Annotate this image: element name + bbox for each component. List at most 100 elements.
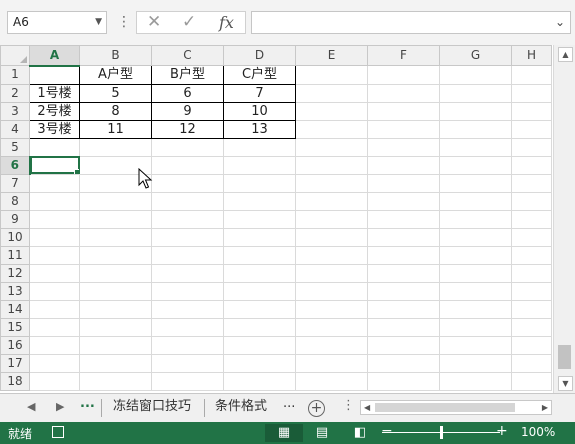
vertical-scrollbar[interactable]: ▲ ▼ <box>553 45 575 393</box>
row-header[interactable]: 17 <box>0 353 30 373</box>
sheet-tab[interactable]: 条件格式 <box>215 394 267 422</box>
cell[interactable] <box>223 173 296 193</box>
cell[interactable] <box>151 191 224 211</box>
cell[interactable] <box>295 371 368 391</box>
cell[interactable] <box>223 335 296 355</box>
cell[interactable] <box>151 281 224 301</box>
scroll-down-icon[interactable]: ▼ <box>558 376 573 391</box>
cell[interactable] <box>29 317 80 337</box>
column-header[interactable]: H <box>511 45 552 66</box>
cell[interactable] <box>79 353 152 373</box>
scroll-left-icon[interactable]: ◀ <box>364 401 370 414</box>
cell[interactable] <box>511 83 552 103</box>
row-header[interactable]: 16 <box>0 335 30 355</box>
cell[interactable]: C户型 <box>223 65 296 85</box>
cell[interactable]: 5 <box>79 83 152 103</box>
column-header[interactable]: F <box>367 45 440 66</box>
cell[interactable] <box>511 227 552 247</box>
cell[interactable]: 9 <box>151 101 224 121</box>
cell[interactable] <box>295 335 368 355</box>
cell[interactable] <box>151 263 224 283</box>
cell[interactable] <box>295 263 368 283</box>
cell[interactable]: 2号楼 <box>29 101 80 121</box>
cell[interactable] <box>79 245 152 265</box>
scroll-right-icon[interactable]: ▶ <box>542 401 548 414</box>
cell[interactable] <box>295 299 368 319</box>
cell[interactable] <box>151 245 224 265</box>
chevron-down-icon[interactable]: ▼ <box>95 12 102 33</box>
cell[interactable] <box>29 371 80 391</box>
row-header[interactable]: 8 <box>0 191 30 211</box>
cell[interactable] <box>511 119 552 139</box>
cell[interactable] <box>367 191 440 211</box>
column-header[interactable]: A <box>29 45 80 67</box>
macro-record-icon[interactable] <box>52 426 64 438</box>
name-box[interactable]: A6 ▼ <box>7 11 107 34</box>
cell[interactable] <box>79 263 152 283</box>
row-header[interactable]: 1 <box>0 65 30 85</box>
cell[interactable] <box>151 227 224 247</box>
cell[interactable] <box>511 371 552 391</box>
zoom-slider-knob[interactable] <box>440 426 443 439</box>
column-header[interactable]: C <box>151 45 224 66</box>
cell[interactable] <box>439 245 512 265</box>
active-cell[interactable] <box>29 155 80 175</box>
cell[interactable] <box>367 245 440 265</box>
cell[interactable] <box>151 137 224 157</box>
cell[interactable] <box>439 173 512 193</box>
row-header[interactable]: 14 <box>0 299 30 319</box>
select-all-corner[interactable] <box>0 45 30 66</box>
cell[interactable] <box>29 353 80 373</box>
cell[interactable]: 1号楼 <box>29 83 80 103</box>
cell[interactable] <box>367 317 440 337</box>
cell[interactable] <box>511 191 552 211</box>
more-tabs-right[interactable]: ... <box>283 396 295 411</box>
cell[interactable] <box>511 281 552 301</box>
cell[interactable] <box>511 263 552 283</box>
cell[interactable] <box>295 353 368 373</box>
cell[interactable] <box>511 155 552 175</box>
cell[interactable] <box>511 335 552 355</box>
cell[interactable] <box>79 281 152 301</box>
cell[interactable] <box>367 299 440 319</box>
cell[interactable] <box>223 191 296 211</box>
cell[interactable] <box>151 371 224 391</box>
cell[interactable] <box>295 173 368 193</box>
cell[interactable] <box>29 65 80 85</box>
cell[interactable] <box>511 299 552 319</box>
cell[interactable] <box>29 299 80 319</box>
cell[interactable] <box>439 371 512 391</box>
more-options-icon[interactable]: ⋮ <box>117 12 131 32</box>
cell[interactable] <box>223 371 296 391</box>
cell[interactable] <box>439 227 512 247</box>
cell[interactable] <box>79 371 152 391</box>
cell[interactable] <box>439 281 512 301</box>
cell[interactable] <box>295 317 368 337</box>
row-header[interactable]: 6 <box>0 155 31 175</box>
cell[interactable] <box>295 281 368 301</box>
add-sheet-icon[interactable]: + <box>308 400 325 417</box>
row-header[interactable]: 12 <box>0 263 30 283</box>
cell[interactable] <box>439 65 512 85</box>
cell[interactable] <box>29 173 80 193</box>
cell[interactable] <box>29 335 80 355</box>
row-header[interactable]: 11 <box>0 245 30 265</box>
cell[interactable] <box>79 191 152 211</box>
cell[interactable] <box>439 83 512 103</box>
column-header[interactable]: E <box>295 45 368 66</box>
cell[interactable] <box>295 83 368 103</box>
cell[interactable] <box>511 209 552 229</box>
cell[interactable] <box>295 65 368 85</box>
zoom-level[interactable]: 100% <box>521 425 555 439</box>
more-options-icon[interactable]: ⋮ <box>342 398 355 413</box>
cell[interactable] <box>439 335 512 355</box>
cell[interactable] <box>223 281 296 301</box>
cell[interactable] <box>367 101 440 121</box>
cell[interactable] <box>151 209 224 229</box>
cell[interactable] <box>29 209 80 229</box>
cell[interactable] <box>151 353 224 373</box>
cell[interactable] <box>29 191 80 211</box>
cell[interactable] <box>367 281 440 301</box>
cell[interactable] <box>151 155 224 175</box>
row-header[interactable]: 9 <box>0 209 30 229</box>
